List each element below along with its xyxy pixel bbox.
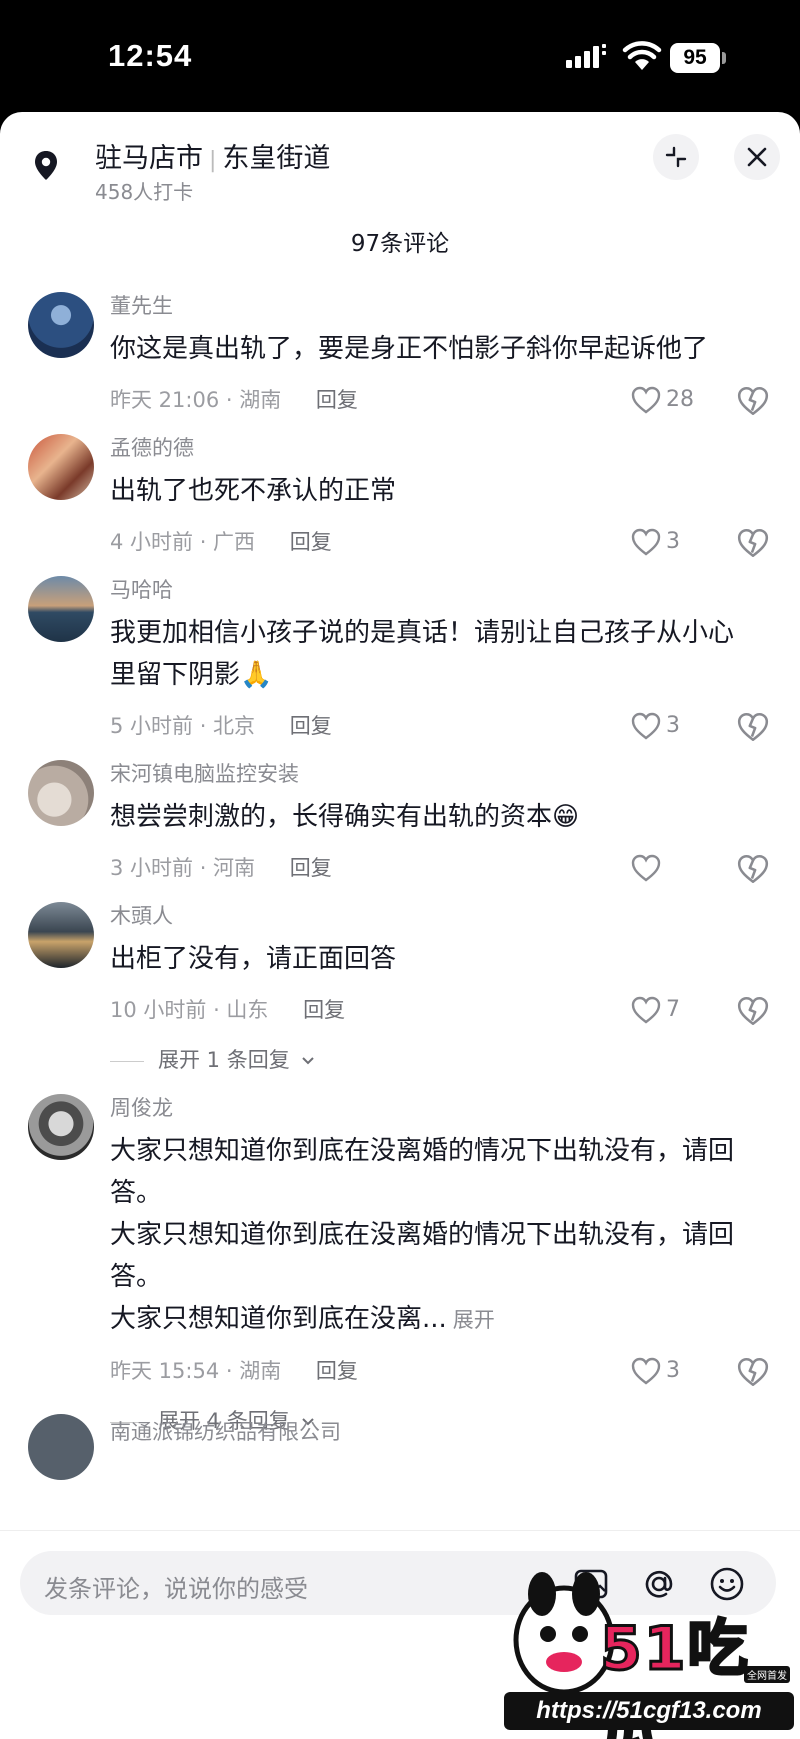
comment-text-line: 大家只想知道你到底在没离婚的情况下出轨没有，请回答。 bbox=[110, 1220, 735, 1292]
comment-meta: 昨天 15:54 · 湖南 回复 3 bbox=[110, 1351, 769, 1391]
location-district: 东皇街道 bbox=[222, 143, 331, 174]
like-button[interactable]: 3 bbox=[630, 1351, 680, 1391]
expand-replies-label: 展开 1 条回复 bbox=[158, 1048, 290, 1072]
comment-text[interactable]: 出轨了也死不承认的正常 bbox=[110, 470, 750, 512]
heart-icon bbox=[631, 1357, 661, 1385]
comment-time-location: 昨天 21:06 · 湖南 bbox=[110, 388, 282, 412]
heart-icon bbox=[631, 996, 661, 1024]
heart-icon bbox=[631, 712, 661, 740]
location-city: 驻马店市 bbox=[95, 143, 203, 174]
close-button[interactable] bbox=[734, 134, 780, 180]
avatar[interactable] bbox=[28, 902, 94, 968]
like-count: 3 bbox=[666, 529, 680, 554]
chevron-down-icon bbox=[302, 1057, 315, 1065]
comment-text-line: 大家只想知道你到底在没离婚的情况下出轨没有，请回答。 bbox=[110, 1136, 735, 1208]
avatar[interactable] bbox=[28, 292, 94, 358]
comment-meta: 10 小时前 · 山东 回复 7 bbox=[110, 990, 769, 1030]
watermark-tag: 全网首发 bbox=[744, 1666, 790, 1683]
comment-text-line: 大家只想知道你到底在没离... bbox=[110, 1304, 447, 1334]
status-bar: 12:54 95 bbox=[0, 0, 800, 112]
comment-count-title: 97条评论 bbox=[350, 231, 450, 257]
comment-meta: 3 小时前 · 河南 回复 bbox=[110, 848, 769, 888]
comment-time-location: 4 小时前 · 广西 bbox=[110, 530, 256, 554]
comment-time-location: 昨天 15:54 · 湖南 bbox=[110, 1359, 282, 1383]
comment-text[interactable]: 大家只想知道你到底在没离婚的情况下出轨没有，请回答。 大家只想知道你到底在没离婚… bbox=[110, 1130, 750, 1341]
reply-button[interactable]: 回复 bbox=[303, 998, 345, 1022]
cellular-signal-icon bbox=[566, 44, 606, 68]
like-button[interactable]: 3 bbox=[630, 522, 680, 562]
comment-meta: 昨天 21:06 · 湖南 回复 28 bbox=[110, 380, 769, 420]
comment-username[interactable]: 孟德的德 bbox=[110, 434, 750, 462]
close-icon bbox=[747, 147, 767, 167]
comment-meta: 4 小时前 · 广西 回复 3 bbox=[110, 522, 769, 562]
comment-username[interactable]: 周俊龙 bbox=[110, 1094, 750, 1122]
broken-heart-icon[interactable] bbox=[736, 1355, 770, 1389]
like-button[interactable] bbox=[630, 848, 666, 888]
battery-level: 95 bbox=[670, 43, 720, 73]
broken-heart-icon[interactable] bbox=[736, 384, 770, 418]
battery-nub bbox=[722, 52, 726, 64]
like-count: 7 bbox=[666, 997, 680, 1022]
like-count: 28 bbox=[666, 387, 694, 412]
avatar[interactable] bbox=[28, 576, 94, 642]
avatar[interactable] bbox=[28, 760, 94, 826]
location-title[interactable]: 驻马店市 | 东皇街道 bbox=[95, 136, 330, 175]
comment-input-placeholder: 发条评论，说说你的感受 bbox=[44, 1575, 308, 1603]
expand-divider bbox=[110, 1060, 144, 1062]
location-separator: | bbox=[209, 148, 217, 173]
reply-button[interactable]: 回复 bbox=[290, 714, 332, 738]
comment-text[interactable]: 我更加相信小孩子说的是真话！请别让自己孩子从小心里留下阴影🙏 bbox=[110, 612, 750, 696]
broken-heart-icon[interactable] bbox=[736, 526, 770, 560]
heart-icon bbox=[631, 854, 661, 882]
status-time: 12:54 bbox=[108, 38, 193, 73]
comment-time-location: 3 小时前 · 河南 bbox=[110, 856, 256, 880]
comment-username[interactable]: 南通派锦纺织品有限公司 bbox=[110, 1416, 341, 1446]
reply-button[interactable]: 回复 bbox=[316, 388, 358, 412]
reply-button[interactable]: 回复 bbox=[290, 856, 332, 880]
broken-heart-icon[interactable] bbox=[736, 710, 770, 744]
like-button[interactable]: 3 bbox=[630, 706, 680, 746]
heart-icon bbox=[631, 386, 661, 414]
like-button[interactable]: 28 bbox=[630, 380, 694, 420]
comment-meta: 5 小时前 · 北京 回复 3 bbox=[110, 706, 769, 746]
like-count: 3 bbox=[666, 713, 680, 738]
comment-text[interactable]: 你这是真出轨了，要是身正不怕影子斜你早起诉他了 bbox=[110, 328, 750, 370]
comment-username[interactable]: 木頭人 bbox=[110, 902, 750, 930]
checkin-count: 458人打卡 bbox=[95, 180, 194, 204]
comment-username[interactable]: 马哈哈 bbox=[110, 576, 750, 604]
like-count: 3 bbox=[666, 1358, 680, 1383]
expand-replies-button[interactable]: 展开 1 条回复 bbox=[110, 1040, 750, 1080]
reply-button[interactable]: 回复 bbox=[290, 530, 332, 554]
collapse-icon bbox=[665, 146, 687, 168]
avatar[interactable] bbox=[28, 434, 94, 500]
comment-username[interactable]: 宋河镇电脑监控安装 bbox=[110, 760, 750, 788]
comment-username[interactable]: 董先生 bbox=[110, 292, 750, 320]
comment-text[interactable]: 出柜了没有，请正面回答 bbox=[110, 938, 750, 980]
location-header[interactable]: 驻马店市 | 东皇街道 458人打卡 bbox=[0, 112, 800, 220]
watermark-url: https://51cgf13.com bbox=[504, 1692, 794, 1730]
like-button[interactable]: 7 bbox=[630, 990, 680, 1030]
comment-time-location: 10 小时前 · 山东 bbox=[110, 998, 269, 1022]
comment-time-location: 5 小时前 · 北京 bbox=[110, 714, 256, 738]
wifi-icon bbox=[622, 41, 662, 70]
reply-button[interactable]: 回复 bbox=[316, 1359, 358, 1383]
heart-icon bbox=[631, 528, 661, 556]
broken-heart-icon[interactable] bbox=[736, 852, 770, 886]
expand-text-button[interactable]: 展开 bbox=[453, 1308, 495, 1332]
comment-text[interactable]: 想尝尝刺激的，长得确实有出轨的资本😁 bbox=[110, 796, 750, 838]
avatar[interactable] bbox=[28, 1414, 94, 1480]
location-pin-icon bbox=[35, 151, 57, 180]
collapse-button[interactable] bbox=[653, 134, 699, 180]
broken-heart-icon[interactable] bbox=[736, 994, 770, 1028]
avatar[interactable] bbox=[28, 1094, 94, 1160]
